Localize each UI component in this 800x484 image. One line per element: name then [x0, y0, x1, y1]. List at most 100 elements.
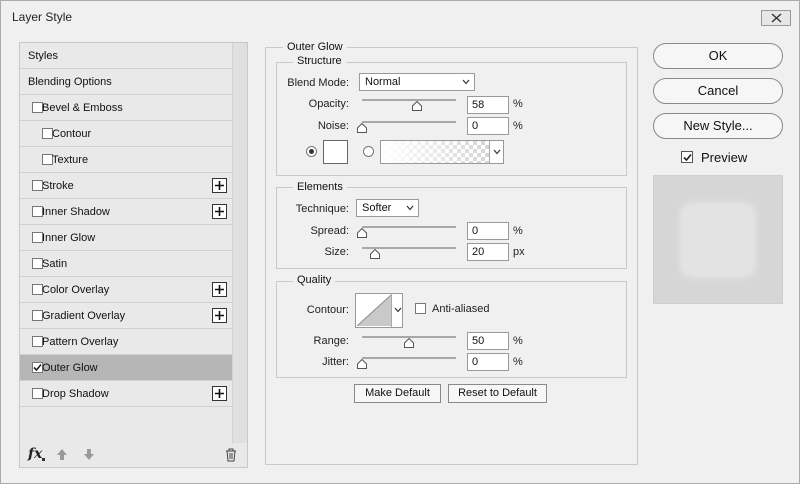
- anti-aliased-checkbox[interactable]: [415, 303, 426, 314]
- range-slider-thumb[interactable]: [404, 338, 414, 348]
- sidebar-item-label: Styles: [28, 50, 58, 62]
- opacity-label: Opacity:: [308, 98, 349, 110]
- quality-title: Quality: [293, 274, 336, 286]
- sidebar-item-satin[interactable]: Satin: [20, 251, 232, 277]
- contour-label: Contour:: [306, 304, 349, 316]
- sidebar-item-outer-glow[interactable]: Outer Glow: [20, 355, 232, 381]
- spread-input[interactable]: [467, 222, 509, 240]
- ok-button[interactable]: OK: [653, 43, 783, 69]
- spread-unit: %: [513, 225, 523, 237]
- sidebar-item-stroke[interactable]: Stroke: [20, 173, 232, 199]
- sidebar-item-label: Inner Glow: [42, 232, 96, 244]
- preview-checkbox[interactable]: [681, 151, 693, 163]
- sidebar-item-label: Blending Options: [28, 76, 112, 88]
- jitter-input[interactable]: [467, 353, 509, 371]
- noise-input[interactable]: [467, 117, 509, 135]
- size-unit: px: [513, 246, 525, 258]
- chevron-down-icon: [394, 307, 402, 313]
- glow-gradient-picker[interactable]: [380, 140, 504, 164]
- spread-label: Spread:: [310, 225, 349, 237]
- noise-unit: %: [513, 120, 523, 132]
- size-label: Size:: [324, 246, 349, 258]
- sidebar-item-label: Texture: [52, 154, 89, 166]
- jitter-slider-track[interactable]: [362, 357, 456, 359]
- blend-mode-select[interactable]: Normal: [359, 73, 475, 91]
- cancel-button[interactable]: Cancel: [653, 78, 783, 104]
- blend-mode-label: Blend Mode:: [287, 77, 349, 89]
- new-style-button[interactable]: New Style...: [653, 113, 783, 139]
- sidebar-item-label: Inner Shadow: [42, 206, 110, 218]
- checkmark-icon: [683, 153, 692, 162]
- styles-list: Styles Blending Options Bevel & Emboss Cont…: [20, 43, 232, 443]
- range-input[interactable]: [467, 332, 509, 350]
- sidebar-item-styles[interactable]: Styles: [20, 43, 232, 69]
- plus-icon: [215, 207, 224, 216]
- move-up-icon[interactable]: [56, 448, 68, 461]
- gradient-dropdown[interactable]: [489, 141, 503, 163]
- spread-slider-track[interactable]: [362, 226, 456, 228]
- plus-icon: [215, 181, 224, 190]
- plus-icon: [215, 389, 224, 398]
- sidebar-item-label: Drop Shadow: [42, 388, 109, 400]
- add-effect-icon[interactable]: [212, 204, 227, 219]
- close-button[interactable]: [761, 10, 791, 26]
- title-bar: Layer Style: [1, 1, 799, 33]
- gradient-radio[interactable]: [363, 146, 374, 157]
- add-effect-icon[interactable]: [212, 282, 227, 297]
- plus-icon: [215, 285, 224, 294]
- sidebar-item-blending-options[interactable]: Blending Options: [20, 69, 232, 95]
- reset-to-default-button[interactable]: Reset to Default: [448, 384, 547, 403]
- fx-icon[interactable]: fx: [28, 446, 42, 462]
- contour-dropdown[interactable]: [391, 294, 402, 327]
- solid-color-radio[interactable]: [306, 146, 317, 157]
- technique-select[interactable]: Softer: [356, 199, 419, 217]
- opacity-slider-thumb[interactable]: [411, 101, 422, 111]
- close-icon: [771, 13, 782, 23]
- sidebar-item-inner-shadow[interactable]: Inner Shadow: [20, 199, 232, 225]
- sidebar-item-drop-shadow[interactable]: Drop Shadow: [20, 381, 232, 407]
- styles-list-toolbar: fx: [20, 443, 247, 468]
- range-unit: %: [513, 335, 523, 347]
- sidebar-item-pattern-overlay[interactable]: Pattern Overlay: [20, 329, 232, 355]
- trash-icon[interactable]: [225, 448, 237, 462]
- sidebar-item-label: Satin: [42, 258, 68, 270]
- spread-slider-thumb[interactable]: [357, 228, 367, 238]
- sidebar-item-label: Contour: [52, 128, 92, 140]
- opacity-input[interactable]: [467, 96, 509, 114]
- sidebar-item-label: Bevel & Emboss: [42, 102, 123, 114]
- fx-dropdown-indicator: [42, 458, 45, 461]
- list-scrollbar[interactable]: [232, 43, 247, 443]
- plus-icon: [215, 311, 224, 320]
- add-effect-icon[interactable]: [212, 178, 227, 193]
- noise-slider-thumb[interactable]: [357, 123, 367, 133]
- sidebar-item-color-overlay[interactable]: Color Overlay: [20, 277, 232, 303]
- opacity-slider-track[interactable]: [362, 99, 456, 101]
- move-down-icon[interactable]: [83, 448, 95, 461]
- jitter-slider-thumb[interactable]: [357, 359, 367, 369]
- jitter-unit: %: [513, 356, 523, 368]
- checkmark-icon: [33, 363, 42, 372]
- contour-picker[interactable]: [355, 293, 403, 328]
- dialog-title: Layer Style: [12, 10, 73, 24]
- sidebar-item-bevel-emboss[interactable]: Bevel & Emboss: [20, 95, 232, 121]
- sidebar-item-inner-glow[interactable]: Inner Glow: [20, 225, 232, 251]
- sidebar-item-label: Stroke: [42, 180, 74, 192]
- size-input[interactable]: [467, 243, 509, 261]
- blend-mode-value: Normal: [365, 76, 401, 88]
- sidebar-item-label: Color Overlay: [42, 284, 110, 296]
- noise-slider-track[interactable]: [362, 121, 456, 123]
- make-default-button[interactable]: Make Default: [354, 384, 441, 403]
- sidebar-item-gradient-overlay[interactable]: Gradient Overlay: [20, 303, 232, 329]
- chevron-down-icon: [406, 205, 414, 211]
- sidebar-item-texture[interactable]: Texture: [20, 147, 232, 173]
- glow-color-swatch[interactable]: [323, 140, 348, 164]
- sidebar-item-contour[interactable]: Contour: [20, 121, 232, 147]
- anti-aliased-label: Anti-aliased: [432, 303, 490, 315]
- size-slider-thumb[interactable]: [370, 249, 380, 259]
- add-effect-icon[interactable]: [212, 308, 227, 323]
- add-effect-icon[interactable]: [212, 386, 227, 401]
- preview-label: Preview: [701, 150, 748, 165]
- layer-style-dialog: Layer Style Styles Blending Options Bevel …: [0, 0, 800, 484]
- technique-value: Softer: [362, 202, 392, 214]
- jitter-label: Jitter:: [322, 356, 349, 368]
